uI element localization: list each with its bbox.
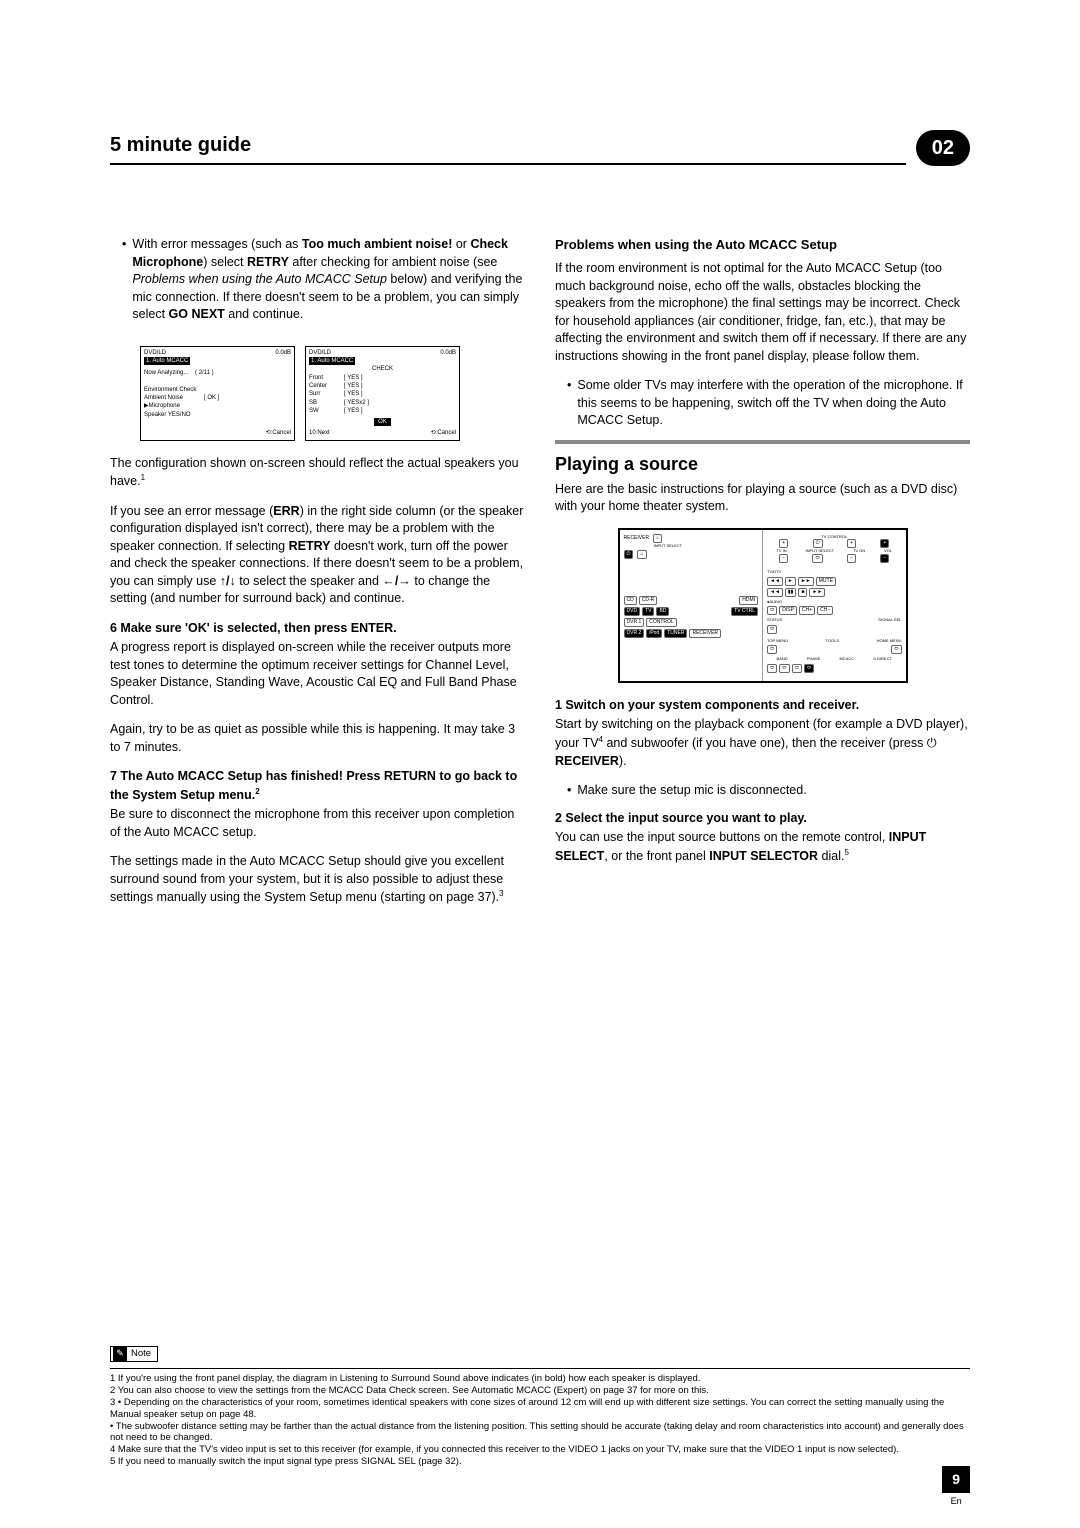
vol-plus-icon: + [880, 539, 889, 548]
bullet-error-messages: • With error messages (such as Too much … [122, 236, 525, 336]
step-1-header: 1 Switch on your system components and r… [555, 697, 970, 715]
step-6-header: 6 Make sure 'OK' is selected, then press… [110, 620, 525, 638]
error-msg-text: With error messages (such as Too much am… [132, 236, 525, 324]
page-number-value: 9 [942, 1466, 970, 1494]
bullet-mic-disconnected: • Make sure the setup mic is disconnecte… [567, 782, 970, 800]
bullet-dot-icon: • [567, 782, 571, 800]
step-7-header: 7 The Auto MCACC Setup has finished! Pre… [110, 768, 525, 804]
remote-left-half: RECEIVER ⌂ INPUT SELECT ⏻ ⌂ CDCD-RHDMI D… [620, 530, 764, 681]
page-number: 9 En [942, 1466, 970, 1508]
osd-screenshot-1: DVD/LD0.0dB 1. Auto MCACC Now Analyzing.… [140, 346, 295, 441]
chapter-title: 5 minute guide [110, 134, 251, 156]
footnote-5: 5 If you need to manually switch the inp… [110, 1456, 970, 1468]
step-6-body: A progress report is displayed on-screen… [110, 639, 525, 709]
note-label: ✎ Note [110, 1346, 158, 1362]
bullet-tv-interfere: • Some older TVs may interfere with the … [567, 377, 970, 430]
problems-header: Problems when using the Auto MCACC Setup [555, 236, 970, 254]
power-icon: ⏻ [624, 550, 634, 559]
content-columns: • With error messages (such as Too much … [110, 236, 970, 919]
disconnect-mic-text: Be sure to disconnect the microphone fro… [110, 806, 525, 841]
footnote-2: 2 You can also choose to view the settin… [110, 1385, 970, 1397]
footnote-1: 1 If you're using the front panel displa… [110, 1373, 970, 1385]
step-1-body: Start by switching on the playback compo… [555, 716, 970, 770]
bullet-dot-icon: • [122, 236, 126, 336]
footnote-3b: • The subwoofer distance setting may be … [110, 1421, 970, 1445]
mic-disconnected-text: Make sure the setup mic is disconnected. [577, 782, 806, 800]
settings-summary-text: The settings made in the Auto MCACC Setu… [110, 853, 525, 907]
playing-source-header: Playing a source [555, 440, 970, 477]
remote-control-diagram: RECEIVER ⌂ INPUT SELECT ⏻ ⌂ CDCD-RHDMI D… [618, 528, 908, 683]
problems-body: If the room environment is not optimal f… [555, 260, 970, 365]
title-bar: 5 minute guide [110, 131, 906, 165]
osd-screenshots: DVD/LD0.0dB 1. Auto MCACC Now Analyzing.… [140, 346, 525, 441]
page-lang: En [942, 1495, 970, 1508]
remote-right-half: TV CONTROL + ⏻ + + TV ININPUT SELECTTV O… [763, 530, 906, 681]
input-select-icon: ⌂ [653, 534, 662, 543]
power-icon [927, 736, 937, 750]
footnotes: ✎ Note 1 If you're using the front panel… [110, 1346, 970, 1468]
vol-minus-icon: − [880, 554, 889, 563]
left-column: • With error messages (such as Too much … [110, 236, 525, 919]
right-column: Problems when using the Auto MCACC Setup… [555, 236, 970, 919]
source-icon: ⌂ [637, 550, 646, 559]
err-message-text: If you see an error message (ERR) in the… [110, 503, 525, 608]
footnote-3: 3 • Depending on the characteristics of … [110, 1397, 970, 1421]
quiet-note: Again, try to be as quiet as possible wh… [110, 721, 525, 756]
osd-screenshot-2: DVD/LD0.0dB 1. Auto MCACC CHECK Front[ Y… [305, 346, 460, 441]
playing-source-intro: Here are the basic instructions for play… [555, 481, 970, 516]
bullet-dot-icon: • [567, 377, 571, 430]
tv-interfere-text: Some older TVs may interfere with the op… [577, 377, 970, 430]
chapter-number-badge: 02 [916, 130, 970, 166]
step-2-header: 2 Select the input source you want to pl… [555, 810, 970, 828]
page-header: 5 minute guide 02 [110, 130, 970, 166]
divider [110, 1368, 970, 1369]
note-icon: ✎ [113, 1347, 127, 1361]
config-reflect-text: The configuration shown on-screen should… [110, 455, 525, 491]
footnote-4: 4 Make sure that the TV's video input is… [110, 1444, 970, 1456]
step-2-body: You can use the input source buttons on … [555, 829, 970, 865]
